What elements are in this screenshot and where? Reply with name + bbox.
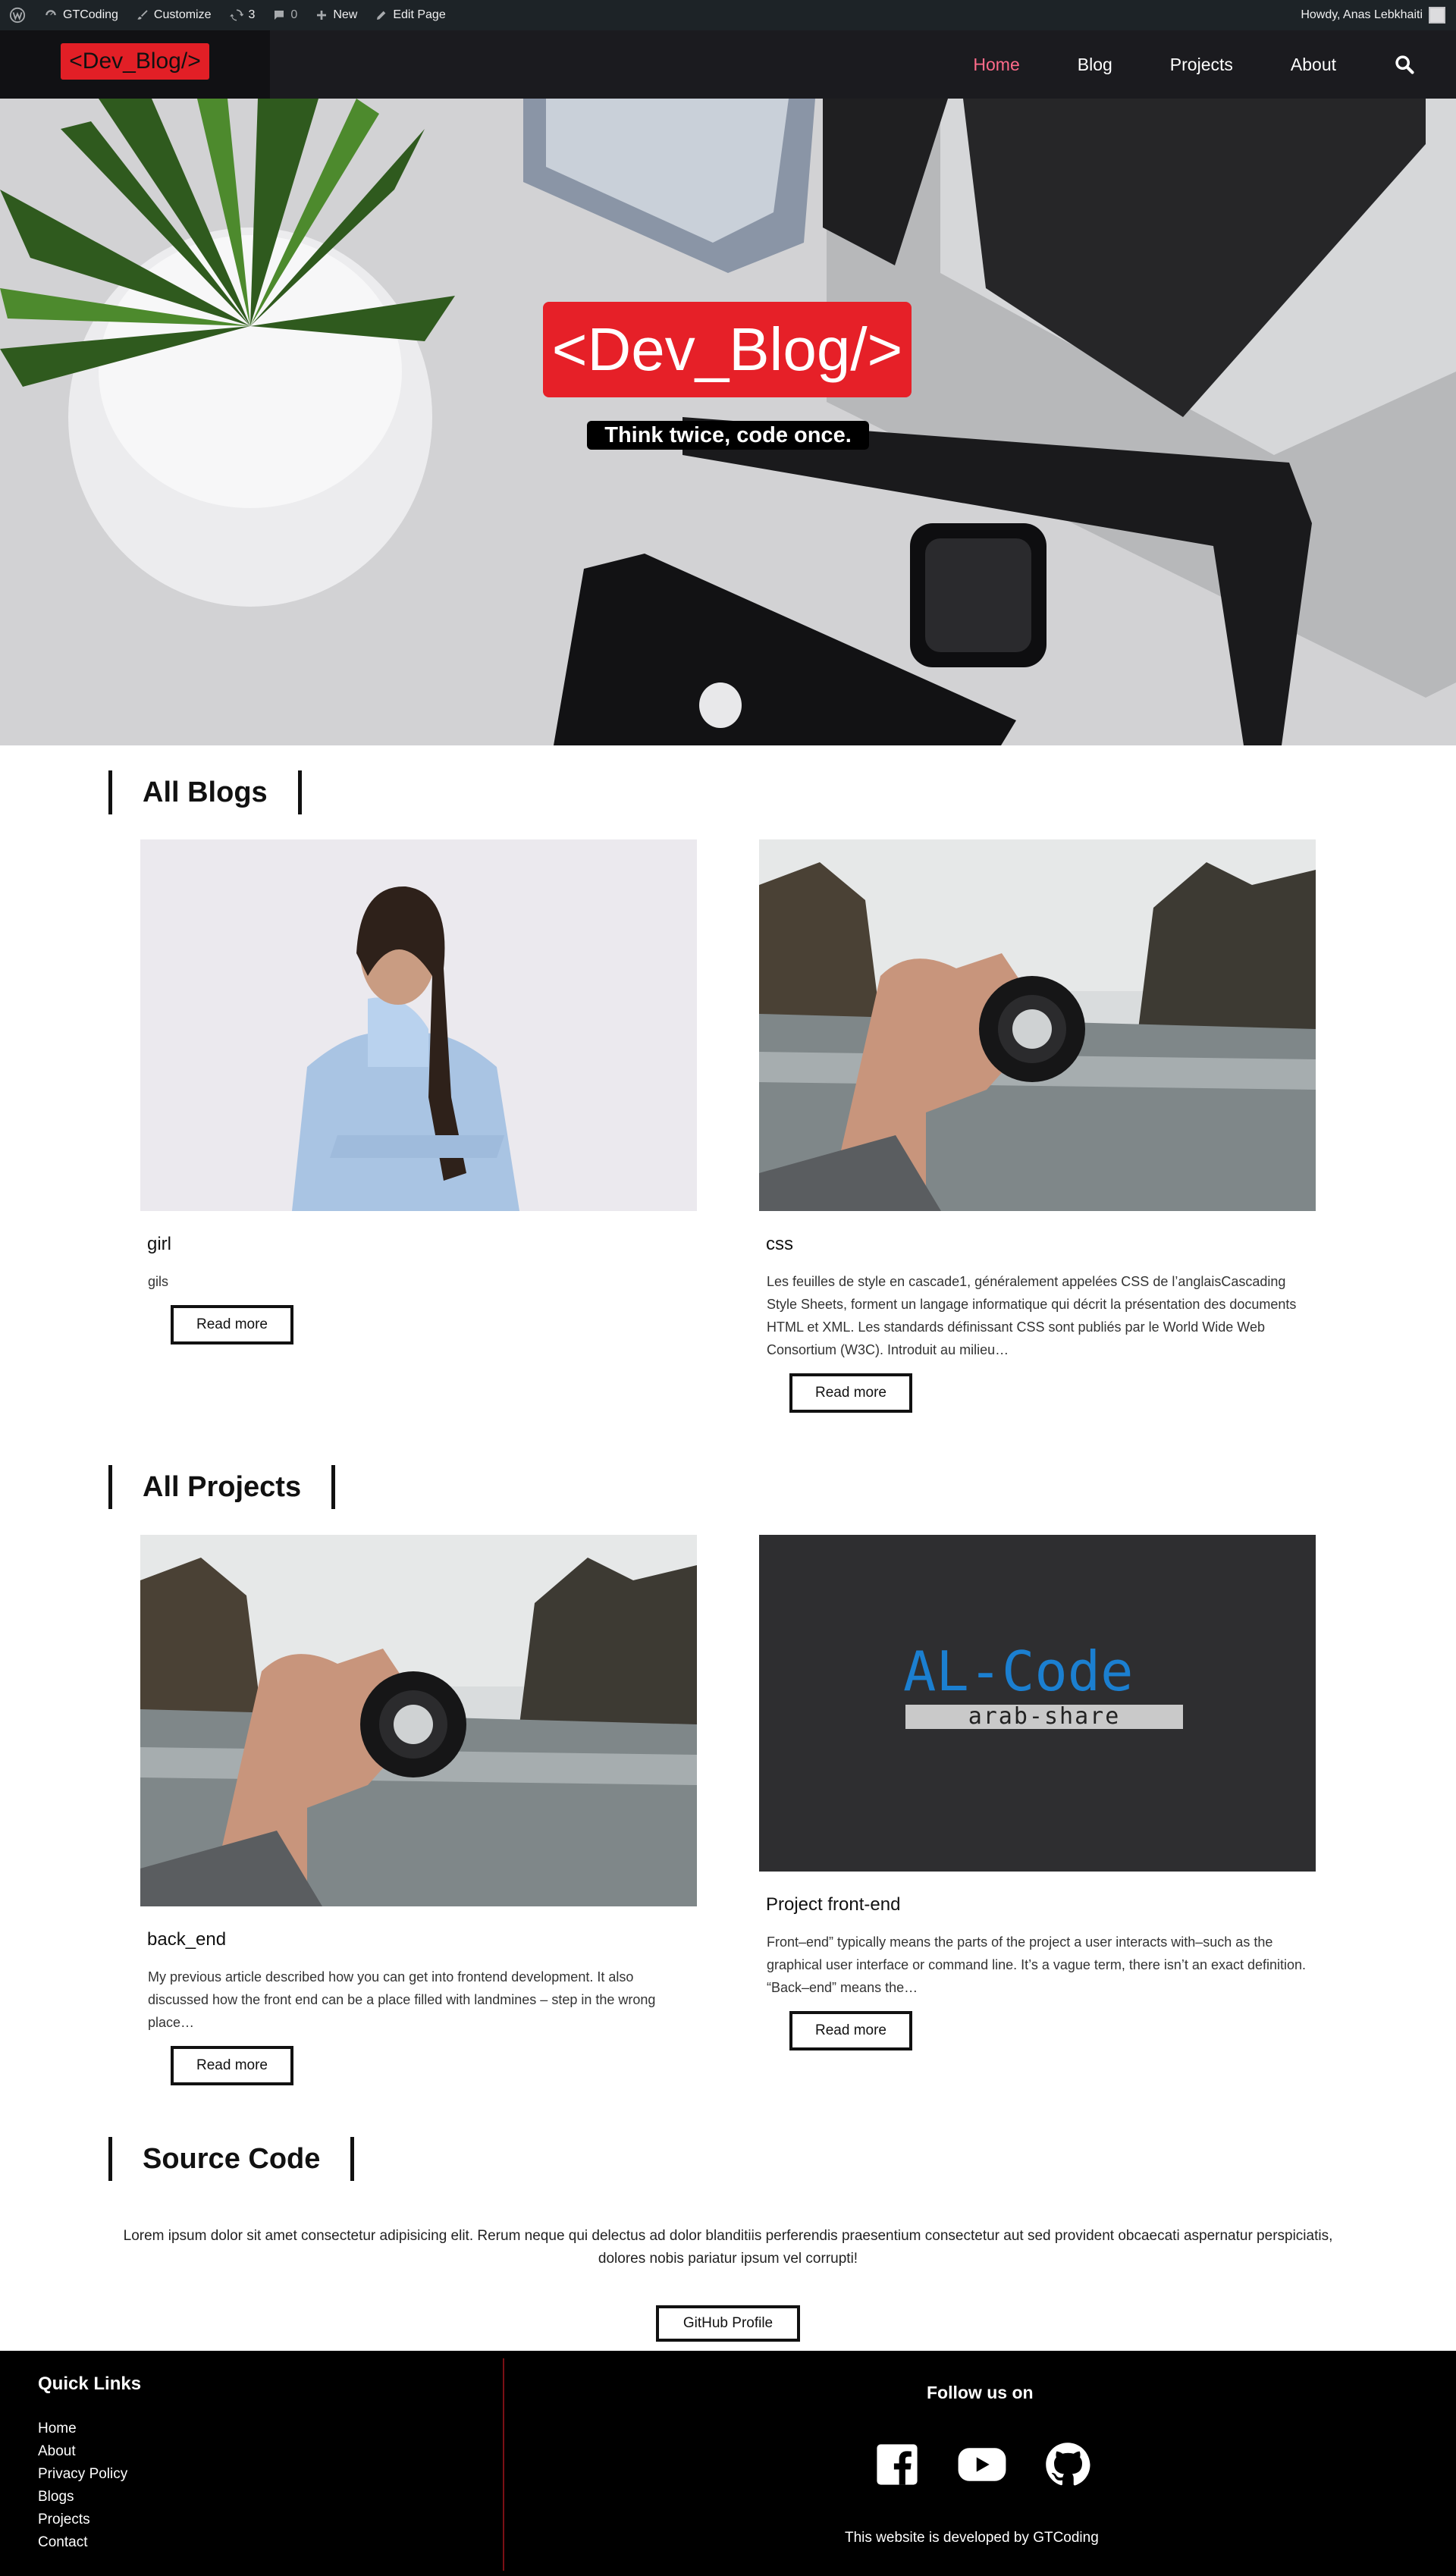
admin-greeting: Howdy, Anas Lebkhaiti [1301,8,1423,21]
read-more-button[interactable]: Read more [789,1373,912,1413]
developer-credit: This website is developed by GTCoding [845,2530,1099,2546]
nav-blog[interactable]: Blog [1078,55,1112,75]
hero-banner: <Dev_Blog/> Think twice, code once. [0,99,1456,745]
read-more-button[interactable]: Read more [171,1305,293,1344]
arab-share-text: arab-share [905,1705,1183,1729]
wordpress-logo-icon[interactable] [0,0,35,30]
admin-edit-page-label: Edit Page [393,8,446,21]
social-links [875,2442,1090,2487]
github-icon[interactable] [1045,2442,1090,2487]
plus-icon [317,11,327,20]
pencil-icon [377,11,386,20]
read-more-button[interactable]: Read more [171,2046,293,2085]
site-logo[interactable]: <Dev_Blog/> [61,43,209,80]
nav-home[interactable]: Home [973,55,1019,75]
quick-links-title: Quick Links [38,2374,142,2394]
quick-links: Quick Links Home About Privacy Policy Bl… [38,2374,141,2554]
admin-updates-count: 3 [248,8,256,21]
projects-heading: All Projects [108,1465,336,1509]
hero-tagline: Think twice, code once. [587,421,869,450]
blog-title[interactable]: css [766,1234,1316,1255]
admin-updates-link[interactable]: 3 [221,0,265,30]
nav-about[interactable]: About [1291,55,1336,75]
project-card: AL-Code arab-share Project front-end Fro… [759,1535,1316,2050]
project-image-back-end[interactable] [140,1535,697,1906]
admin-bar: GTCoding Customize 3 0 New Edit Page How… [0,0,1456,30]
github-profile-button[interactable]: GitHub Profile [656,2305,800,2342]
al-code-logo: AL-Code [903,1641,1133,1702]
footer-link-projects[interactable]: Projects [38,2509,141,2531]
footer-link-privacy[interactable]: Privacy Policy [38,2463,141,2486]
blog-excerpt: Les feuilles de style en cascade1, génér… [767,1274,1297,1357]
admin-customize-link[interactable]: Customize [127,0,221,30]
admin-comments-count: 0 [290,8,298,21]
nav-projects[interactable]: Projects [1170,55,1233,75]
read-more-button[interactable]: Read more [789,2011,912,2050]
blog-card: girl gils Read more [140,839,697,1344]
admin-comments-link[interactable]: 0 [264,0,306,30]
comment-icon [275,11,284,20]
follow-us-title: Follow us on [927,2383,1034,2402]
admin-customize-label: Customize [153,8,212,21]
updates-icon [229,9,243,21]
brush-icon [137,10,148,20]
hero-title: <Dev_Blog/> [543,302,912,397]
admin-site-name: GTCoding [63,8,118,21]
blogs-heading: All Blogs [108,770,302,814]
admin-new-link[interactable]: New [306,0,366,30]
avatar [1429,7,1445,24]
logo-area: <Dev_Blog/> [0,30,270,99]
admin-account-menu[interactable]: Howdy, Anas Lebkhaiti [1301,7,1456,24]
project-excerpt: Front–end” typically means the parts of … [767,1934,1307,1995]
blog-excerpt: gils [148,1274,169,1289]
site-header: <Dev_Blog/> Home Blog Projects About [0,30,1456,99]
footer-divider [503,2358,504,2571]
project-title[interactable]: Project front-end [766,1894,1316,1916]
dashboard-icon [46,10,56,15]
footer-link-about[interactable]: About [38,2440,141,2463]
project-title[interactable]: back_end [147,1929,697,1950]
main-nav: Home Blog Projects About [973,30,1456,99]
project-image-front-end[interactable]: AL-Code arab-share [759,1535,1316,1872]
facebook-icon[interactable] [875,2443,919,2487]
footer-link-home[interactable]: Home [38,2418,141,2440]
admin-site-link[interactable]: GTCoding [35,0,127,30]
admin-edit-page-link[interactable]: Edit Page [366,0,454,30]
blog-title[interactable]: girl [147,1234,697,1255]
admin-new-label: New [333,8,358,21]
search-icon[interactable] [1394,54,1415,75]
footer-link-blogs[interactable]: Blogs [38,2486,141,2509]
site-footer: Quick Links Home About Privacy Policy Bl… [0,2351,1456,2576]
project-excerpt: My previous article described how you ca… [148,1969,656,2030]
blog-image-girl[interactable] [140,839,697,1211]
youtube-icon[interactable] [956,2443,1009,2487]
blog-image-css[interactable] [759,839,1316,1211]
source-code-heading: Source Code [108,2137,355,2181]
source-description: Lorem ipsum dolor sit amet consectetur a… [123,2228,1333,2267]
blog-card: css Les feuilles de style en cascade1, g… [759,839,1316,1413]
al-code-text: AL-Code [903,1639,1134,1703]
footer-link-contact[interactable]: Contact [38,2531,141,2554]
project-card: back_end My previous article described h… [140,1535,697,2085]
